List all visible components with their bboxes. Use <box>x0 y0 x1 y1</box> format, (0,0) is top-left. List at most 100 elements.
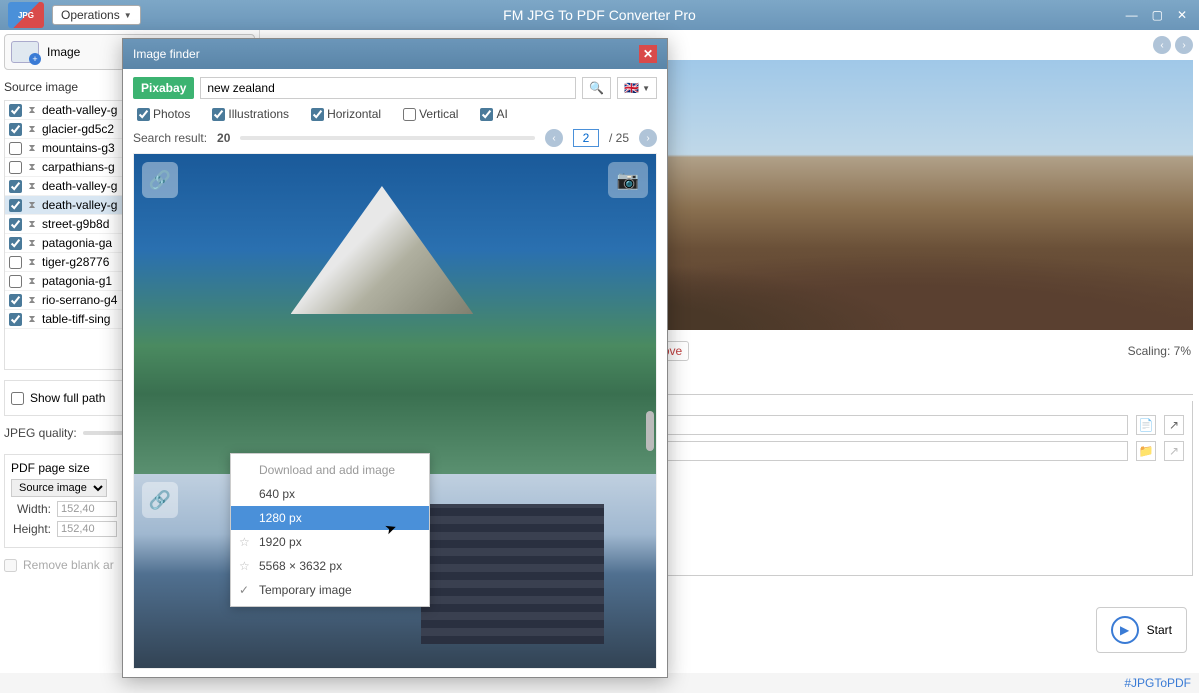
file-checkbox[interactable] <box>9 199 22 212</box>
download-original[interactable]: ☆5568 × 3632 px <box>231 554 429 578</box>
titlebar: JPG Operations ▼ FM JPG To PDF Converter… <box>0 0 1199 30</box>
chevron-down-icon: ▼ <box>124 11 132 20</box>
file-checkbox[interactable] <box>9 161 22 174</box>
width-label: Width: <box>11 502 51 516</box>
download-context-menu: Download and add image 640 px 1280 px ☆1… <box>230 453 430 607</box>
hourglass-icon: ⧗ <box>26 161 38 173</box>
file-name: mountains-g3 <box>42 141 115 155</box>
page-next-button[interactable]: › <box>639 129 657 147</box>
operations-button[interactable]: Operations ▼ <box>52 5 141 25</box>
filter-photos[interactable]: Photos <box>137 107 190 121</box>
start-button[interactable]: ▶ Start <box>1096 607 1187 653</box>
file-name: patagonia-g1 <box>42 274 112 288</box>
app-icon: JPG <box>8 2 44 28</box>
search-icon: 🔍 <box>589 81 604 95</box>
download-1280px[interactable]: 1280 px <box>231 506 429 530</box>
height-label: Height: <box>11 522 51 536</box>
hourglass-icon: ⧗ <box>26 142 38 154</box>
download-640px[interactable]: 640 px <box>231 482 429 506</box>
search-result-label: Search result: <box>133 131 207 145</box>
file-name: patagonia-ga <box>42 236 112 250</box>
pixabay-badge: Pixabay <box>133 77 194 99</box>
file-checkbox[interactable] <box>9 275 22 288</box>
window-controls: — ▢ ✕ <box>1122 6 1191 24</box>
scrollbar-thumb[interactable] <box>646 411 654 451</box>
start-label: Start <box>1147 623 1172 637</box>
modal-close-button[interactable]: ✕ <box>639 45 657 63</box>
open-folder-icon-2[interactable]: ↗ <box>1164 441 1184 461</box>
star-icon: ☆ <box>239 559 250 573</box>
filter-vertical[interactable]: Vertical <box>403 107 458 121</box>
chevron-down-icon: ▼ <box>642 84 650 93</box>
page-total: / 25 <box>609 131 629 145</box>
context-menu-header: Download and add image <box>231 458 429 482</box>
page-input[interactable] <box>573 129 599 147</box>
hourglass-icon: ⧗ <box>26 275 38 287</box>
filter-illustrations[interactable]: Illustrations <box>212 107 289 121</box>
flag-uk-icon: 🇬🇧 <box>624 81 639 95</box>
modal-title-text: Image finder <box>133 47 200 61</box>
hourglass-icon: ⧗ <box>26 104 38 116</box>
hourglass-icon: ⧗ <box>26 199 38 211</box>
add-image-label: Image <box>47 45 80 59</box>
hourglass-icon: ⧗ <box>26 123 38 135</box>
close-icon[interactable]: ✕ <box>1173 6 1191 24</box>
scaling-label: Scaling: 7% <box>1128 344 1191 358</box>
file-checkbox[interactable] <box>9 256 22 269</box>
search-button[interactable]: 🔍 <box>582 77 611 99</box>
jpeg-quality-label: JPEG quality: <box>4 426 77 440</box>
filter-ai[interactable]: AI <box>480 107 507 121</box>
file-name: street-g9b8d <box>42 217 109 231</box>
hourglass-icon: ⧗ <box>26 313 38 325</box>
file-checkbox[interactable] <box>9 313 22 326</box>
file-checkbox[interactable] <box>9 218 22 231</box>
folder-icon[interactable]: 📁 <box>1136 441 1156 461</box>
result-row: Search result: 20 ‹ / 25 › <box>133 129 657 147</box>
hashtag-link[interactable]: #JPGToPDF <box>1124 676 1191 690</box>
hourglass-icon: ⧗ <box>26 218 38 230</box>
page-prev-button[interactable]: ‹ <box>545 129 563 147</box>
file-checkbox[interactable] <box>9 142 22 155</box>
file-name: death-valley-g <box>42 198 117 212</box>
play-icon: ▶ <box>1111 616 1139 644</box>
file-checkbox[interactable] <box>9 237 22 250</box>
hourglass-icon: ⧗ <box>26 180 38 192</box>
link-icon[interactable]: 🔗 <box>142 482 178 518</box>
hourglass-icon: ⧗ <box>26 256 38 268</box>
pdf-file-icon[interactable]: 📄 <box>1136 415 1156 435</box>
search-input[interactable] <box>200 77 576 99</box>
file-checkbox[interactable] <box>9 180 22 193</box>
filter-horizontal[interactable]: Horizontal <box>311 107 381 121</box>
file-checkbox[interactable] <box>9 123 22 136</box>
file-name: rio-serrano-g4 <box>42 293 117 307</box>
file-name: glacier-gd5c2 <box>42 122 114 136</box>
star-icon: ☆ <box>239 535 250 549</box>
download-1920px[interactable]: ☆1920 px <box>231 530 429 554</box>
camera-icon[interactable]: 📷 <box>608 162 648 198</box>
minimize-icon[interactable]: — <box>1122 6 1142 24</box>
modal-titlebar: Image finder ✕ <box>123 39 667 69</box>
file-name: carpathians-g <box>42 160 115 174</box>
link-icon[interactable]: 🔗 <box>142 162 178 198</box>
next-image-button[interactable]: › <box>1175 36 1193 54</box>
file-checkbox[interactable] <box>9 294 22 307</box>
image-add-icon <box>11 41 39 63</box>
result-image-1[interactable]: 🔗 📷 <box>134 154 656 474</box>
maximize-icon[interactable]: ▢ <box>1148 6 1167 24</box>
open-folder-icon[interactable]: ↗ <box>1164 415 1184 435</box>
hourglass-icon: ⧗ <box>26 237 38 249</box>
search-result-count: 20 <box>217 131 230 145</box>
temporary-image[interactable]: ✓Temporary image <box>231 578 429 602</box>
width-input[interactable] <box>57 501 117 517</box>
result-slider[interactable] <box>240 136 535 140</box>
app-title: FM JPG To PDF Converter Pro <box>503 7 696 23</box>
file-checkbox[interactable] <box>9 104 22 117</box>
page-size-select[interactable]: Source image <box>11 479 107 497</box>
filter-row: Photos Illustrations Horizontal Vertical… <box>133 105 657 123</box>
check-icon: ✓ <box>239 583 249 597</box>
file-name: tiger-g28776 <box>42 255 109 269</box>
prev-image-button[interactable]: ‹ <box>1153 36 1171 54</box>
language-button[interactable]: 🇬🇧▼ <box>617 77 657 99</box>
operations-label: Operations <box>61 8 120 22</box>
height-input[interactable] <box>57 521 117 537</box>
